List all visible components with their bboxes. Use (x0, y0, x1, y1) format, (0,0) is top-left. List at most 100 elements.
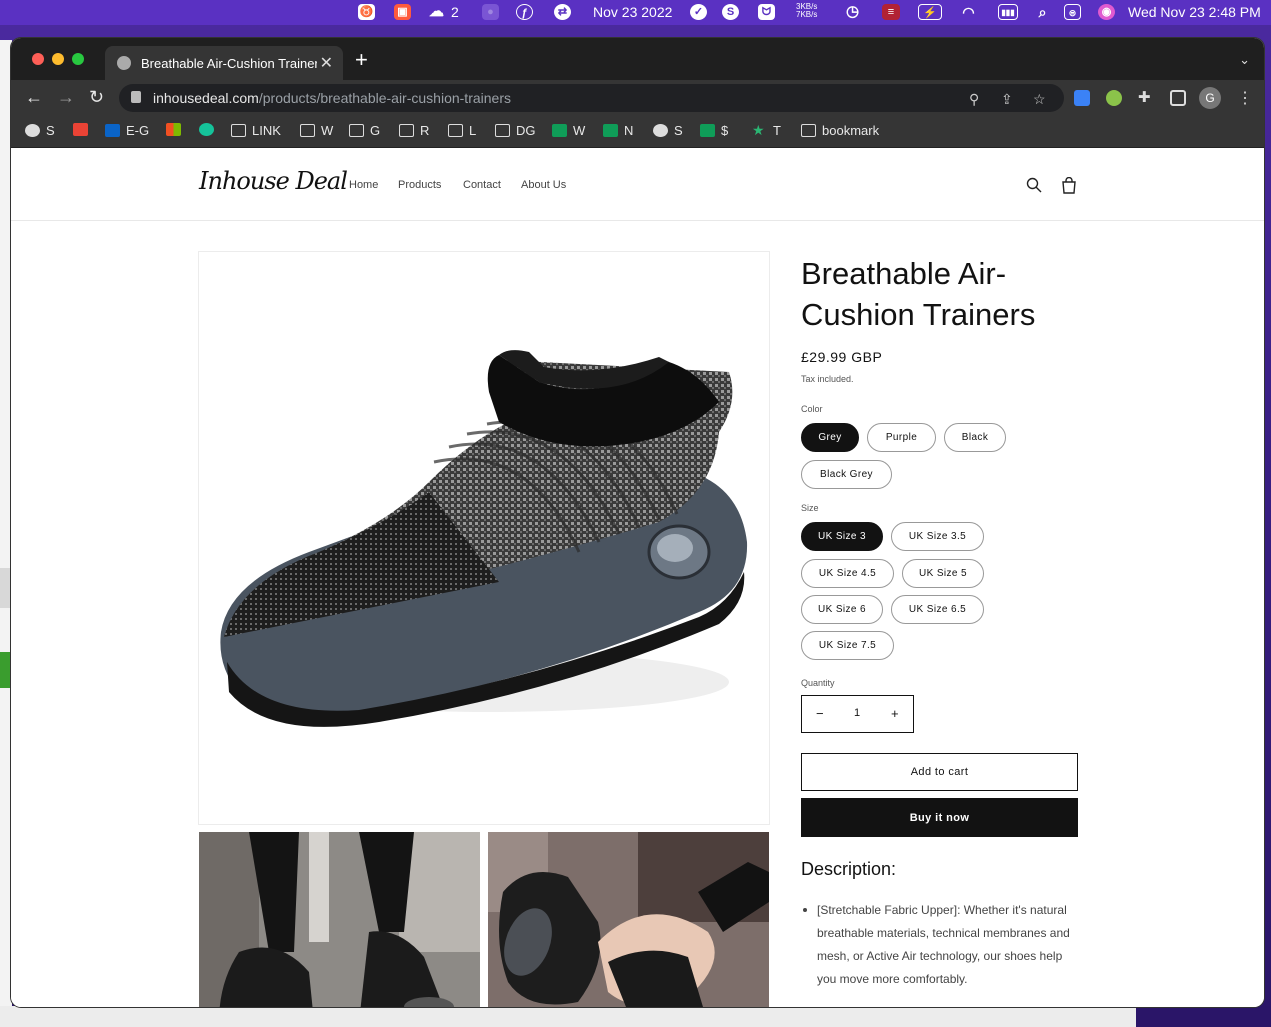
url-path: /products/breathable-air-cushion-trainer… (258, 90, 511, 106)
star-icon: ★ (752, 122, 765, 138)
close-tab-icon[interactable]: ✕ (320, 53, 333, 73)
bookmark-item[interactable]: S (25, 123, 55, 138)
us-flag-icon[interactable]: ≡ (882, 4, 900, 20)
url-text[interactable]: inhousedeal.com/products/breathable-air-… (153, 90, 511, 106)
bookmark-folder[interactable]: L (448, 123, 476, 138)
side-panel-icon[interactable] (1170, 90, 1186, 106)
browser-menu-icon[interactable]: ⋮ (1237, 88, 1253, 108)
size-option-uk-6[interactable]: UK Size 6 (801, 595, 883, 624)
size-option-uk-3[interactable]: UK Size 3 (801, 522, 883, 551)
buy-it-now-button[interactable]: Buy it now (801, 798, 1078, 837)
bookmark-label: E-G (126, 123, 150, 138)
quantity-stepper[interactable]: − 1 + (801, 695, 914, 733)
nav-home[interactable]: Home (349, 179, 378, 191)
bookmark-item[interactable]: S (653, 123, 683, 138)
wechat-icon[interactable]: ☁ 2 (428, 4, 459, 21)
tab-active[interactable]: Breathable Air-Cushion Trainers ✕ (105, 46, 343, 80)
forward-button[interactable]: → (57, 88, 75, 106)
bookmark-label: G (370, 123, 381, 138)
bookmark-label: W (321, 123, 334, 138)
back-button[interactable]: ← (25, 88, 43, 106)
close-window-button[interactable] (32, 53, 44, 65)
color-option-purple[interactable]: Purple (867, 423, 936, 452)
profile-avatar[interactable]: G (1199, 87, 1221, 109)
download-extension-icon[interactable] (1074, 90, 1090, 106)
quantity-label: Quantity (801, 678, 835, 688)
reload-button[interactable]: ↻ (89, 88, 104, 106)
description-list: [Stretchable Fabric Upper]: Whether it's… (801, 899, 1078, 991)
sheets-icon (603, 124, 618, 137)
nav-contact[interactable]: Contact (463, 179, 501, 191)
product-thumbnail-1[interactable] (199, 832, 480, 1007)
spotlight-search-icon[interactable]: ⌕ (1034, 4, 1051, 20)
bookmark-folder[interactable]: W (300, 123, 333, 138)
puzzle-extensions-icon[interactable]: ✚ (1138, 90, 1154, 106)
cat-icon[interactable]: ᗢ (758, 4, 775, 20)
menubar-clock[interactable]: Wed Nov 23 2:48 PM (1128, 4, 1261, 20)
size-option-uk-7-5[interactable]: UK Size 7.5 (801, 631, 894, 660)
menubar-date: Nov 23 2022 (593, 4, 673, 20)
bookmark-star-icon[interactable]: ☆ (1033, 91, 1046, 108)
size-label: Size (801, 503, 819, 513)
ghost-icon[interactable]: ● (482, 4, 499, 20)
control-center-icon[interactable]: ⊜ (1064, 4, 1081, 20)
product-main-image[interactable] (198, 251, 770, 825)
time-machine-icon[interactable]: ◷ (844, 4, 861, 20)
new-tab-button[interactable]: + (355, 49, 368, 71)
size-option-uk-4-5[interactable]: UK Size 4.5 (801, 559, 894, 588)
bookmark-folder[interactable]: bookmark (801, 123, 879, 138)
size-option-uk-6-5[interactable]: UK Size 6.5 (891, 595, 984, 624)
search-icon[interactable] (1026, 177, 1042, 197)
cart-icon[interactable] (1061, 176, 1077, 198)
cow-app-icon[interactable]: ♉ (358, 4, 375, 20)
bookmark-item[interactable]: N (603, 123, 633, 138)
color-option-grey[interactable]: Grey (801, 423, 859, 452)
decrease-quantity-button[interactable]: − (816, 706, 824, 721)
color-option-black-grey[interactable]: Black Grey (801, 460, 892, 489)
siri-icon[interactable]: ◉ (1098, 4, 1115, 20)
extension-icon[interactable] (1106, 90, 1122, 106)
zoom-icon[interactable]: ⚲ (969, 91, 979, 108)
app-status-icon[interactable]: ▣ (394, 4, 411, 20)
quantity-input[interactable]: 1 (854, 707, 860, 719)
bookmark-item[interactable] (73, 123, 94, 136)
address-bar[interactable]: inhousedeal.com/products/breathable-air-… (119, 84, 1064, 112)
script-icon[interactable]: ƒ (516, 4, 533, 20)
zoom-window-button[interactable] (72, 53, 84, 65)
bookmark-item[interactable]: ★ T (752, 123, 781, 138)
bookmark-folder[interactable]: DG (495, 123, 536, 138)
bookmark-item[interactable]: W (552, 123, 585, 138)
bookmark-label: R (420, 123, 430, 138)
bookmark-label: S (674, 123, 683, 138)
bookmark-folder[interactable]: LINK (231, 123, 281, 138)
web-page: Inhouse Deal Home Products Contact About… (11, 149, 1264, 1007)
increase-quantity-button[interactable]: + (891, 706, 899, 721)
gmail-icon (73, 123, 88, 136)
memory-icon[interactable]: ▮▮▮ (998, 4, 1018, 20)
description-heading: Description: (801, 859, 897, 879)
check-icon[interactable]: ✓ (690, 4, 707, 20)
bookmark-item[interactable]: $ (700, 123, 728, 138)
tab-search-chevron-icon[interactable]: ⌄ (1239, 52, 1250, 68)
bookmark-folder[interactable]: R (399, 123, 429, 138)
battery-icon[interactable]: ⚡ (918, 4, 942, 20)
bookmark-item[interactable] (199, 123, 220, 136)
product-thumbnail-2[interactable] (488, 832, 769, 1007)
shazam-icon[interactable]: S (722, 4, 739, 20)
size-option-uk-5[interactable]: UK Size 5 (902, 559, 984, 588)
nav-about-us[interactable]: About Us (521, 179, 566, 191)
bookmark-folder[interactable]: G (349, 123, 380, 138)
bookmark-item[interactable]: E-G (105, 123, 149, 138)
site-logo[interactable]: Inhouse Deal (199, 167, 348, 195)
color-option-black[interactable]: Black (944, 423, 1006, 452)
add-to-cart-button[interactable]: Add to cart (801, 753, 1078, 791)
size-option-uk-3-5[interactable]: UK Size 3.5 (891, 522, 984, 551)
browser-toolbar: ← → ↻ inhousedeal.com/products/breathabl… (11, 80, 1264, 116)
bookmark-item[interactable] (166, 123, 187, 136)
nav-products[interactable]: Products (398, 179, 441, 191)
share-icon[interactable]: ⇪ (1001, 91, 1013, 108)
wifi-icon[interactable]: ◠ (960, 4, 977, 20)
teamviewer-icon[interactable]: ⇄ (554, 4, 571, 20)
network-speed: 3KB/s 7KB/s (796, 3, 817, 19)
minimize-window-button[interactable] (52, 53, 64, 65)
